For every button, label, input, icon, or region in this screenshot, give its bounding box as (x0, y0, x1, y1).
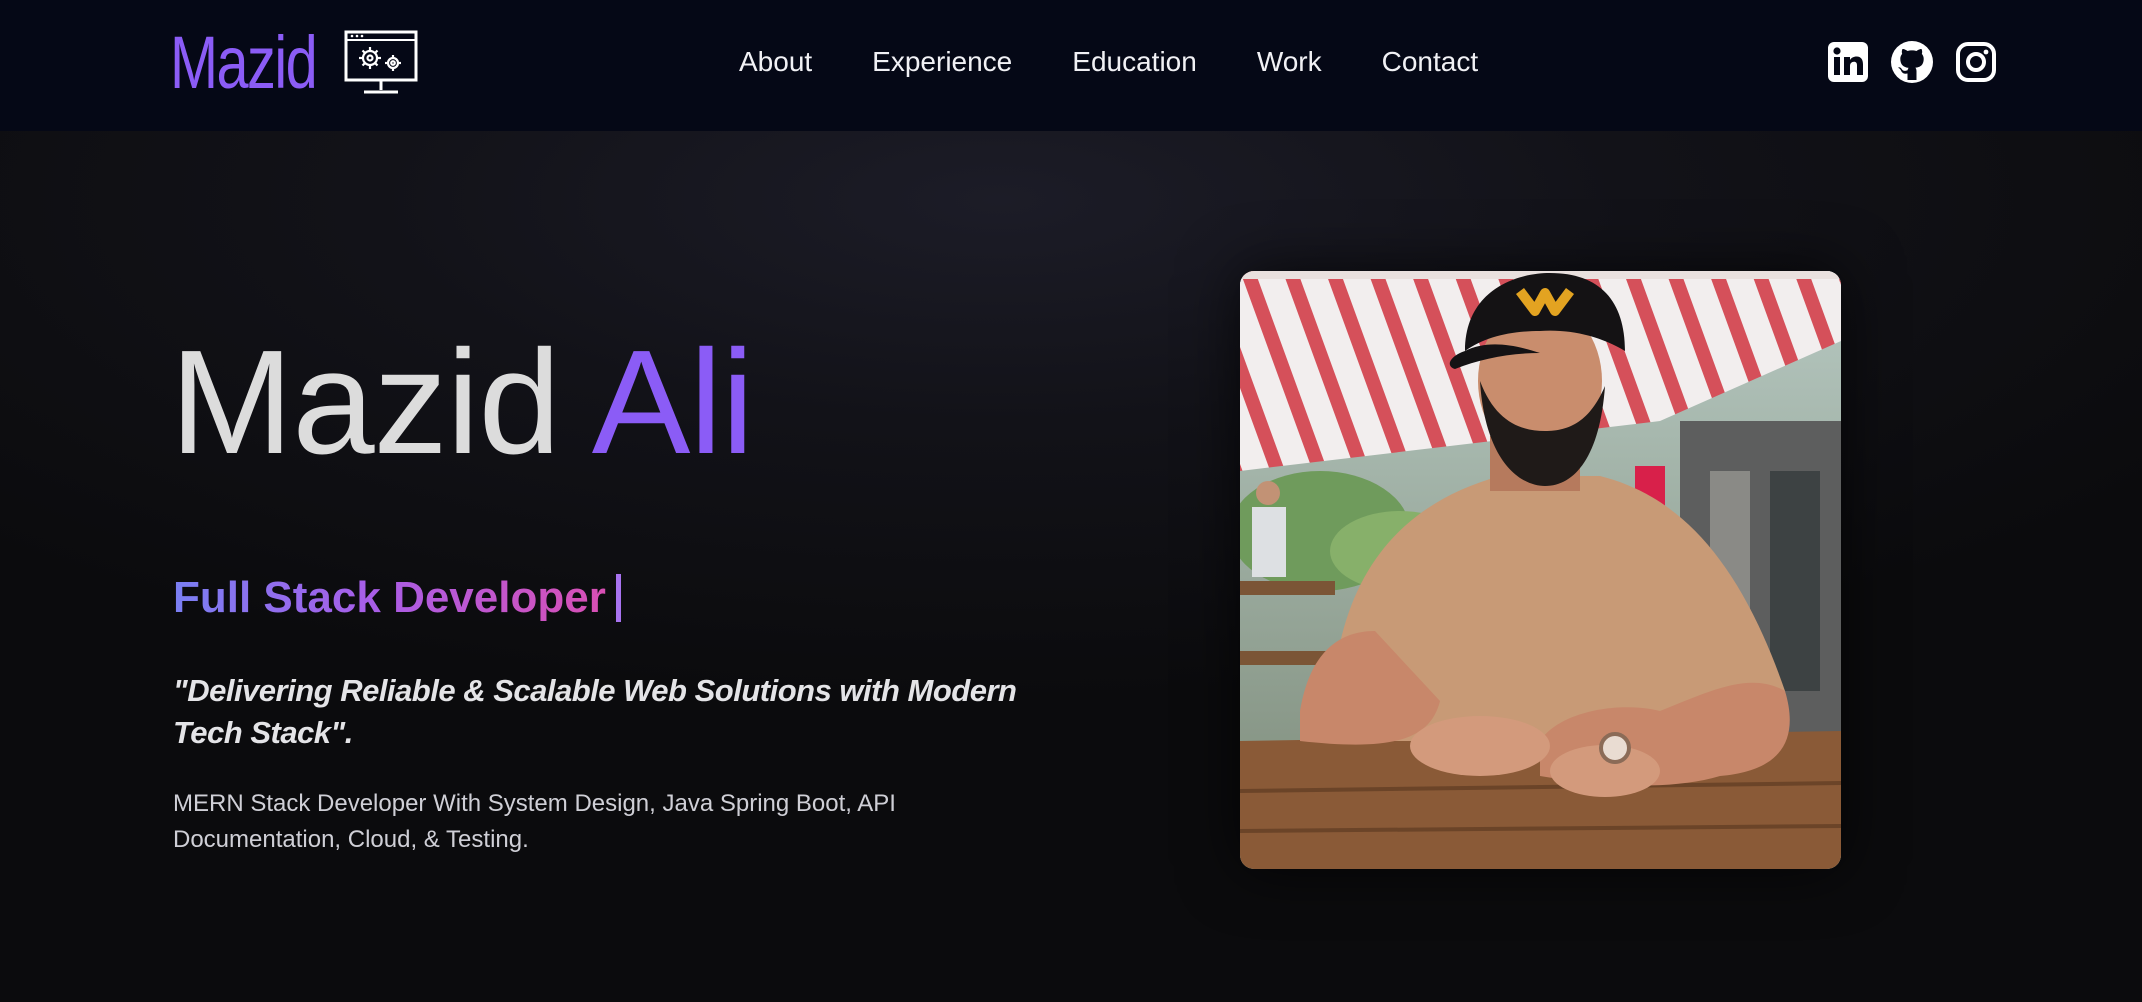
typing-cursor (615, 574, 621, 622)
hero-name: Mazid Ali (170, 318, 754, 488)
first-name: Mazid (170, 320, 561, 485)
nav-about[interactable]: About (739, 44, 812, 80)
logo-text: Mazid (170, 21, 318, 104)
nav-experience[interactable]: Experience (872, 44, 1012, 80)
main-nav: About Experience Education Work Contact (739, 44, 1478, 80)
tagline: "Delivering Reliable & Scalable Web Solu… (173, 673, 1017, 750)
logo[interactable]: Mazid (170, 26, 418, 100)
instagram-icon[interactable] (1954, 40, 1998, 84)
social-links (1826, 40, 1998, 84)
nav-education[interactable]: Education (1072, 44, 1197, 80)
summary: MERN Stack Developer With System Design,… (173, 790, 896, 853)
nav-work[interactable]: Work (1257, 44, 1322, 80)
github-icon[interactable] (1890, 40, 1934, 84)
navbar: Mazid About Experience Education Work Co… (0, 0, 2142, 131)
monitor-gears-icon (344, 30, 418, 96)
page: Mazid About Experience Education Work Co… (0, 0, 2142, 1002)
role-title: Full Stack Developer (173, 570, 621, 626)
nav-contact[interactable]: Contact (1382, 44, 1479, 80)
profile-photo (1240, 271, 1841, 869)
role-text: Full Stack Developer (173, 570, 606, 626)
linkedin-icon[interactable] (1826, 40, 1870, 84)
last-name: Ali (591, 320, 754, 485)
